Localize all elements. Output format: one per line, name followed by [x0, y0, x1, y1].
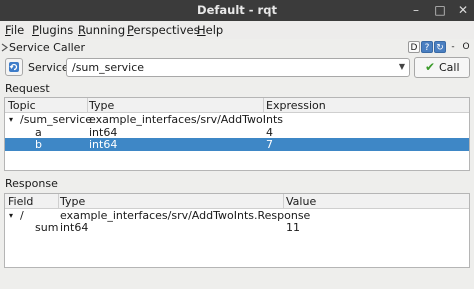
response-tree[interactable]: Field Type Value ▾ / example_interfaces/… [4, 193, 470, 268]
dock-title-bar: Service Caller D ? ↻ - O [0, 39, 474, 56]
menu-running[interactable]: Running [78, 23, 125, 37]
call-button[interactable]: ✔ Call [414, 57, 470, 78]
row-expression[interactable]: 7 [266, 138, 273, 151]
row-value: 11 [286, 221, 300, 234]
menu-plugins-rest: lugins [38, 23, 74, 37]
tree-row-selected[interactable]: b int64 7 [5, 138, 469, 151]
response-col-field[interactable]: Field [8, 195, 33, 208]
request-tree[interactable]: Topic Type Expression ▾ /sum_service exa… [4, 97, 470, 171]
response-col-type[interactable]: Type [60, 195, 85, 208]
checkmark-icon: ✔ [425, 60, 436, 74]
row-type: int64 [60, 221, 89, 234]
reload-icon[interactable]: ↻ [434, 41, 446, 53]
chevron-down-icon: ▼ [398, 62, 405, 71]
dock-grip-icon[interactable] [1, 43, 8, 52]
menu-file[interactable]: File [5, 23, 24, 37]
minimize-icon[interactable]: – [408, 2, 424, 18]
menu-perspectives[interactable]: Perspectives [127, 23, 200, 37]
service-combobox[interactable]: /sum_service ▼ [66, 58, 410, 77]
dock-title: Service Caller [9, 41, 85, 54]
menu-file-rest: ile [10, 23, 25, 37]
menu-help[interactable]: Help [197, 23, 223, 37]
request-label: Request [5, 82, 50, 95]
refresh-services-button[interactable] [5, 58, 23, 76]
tree-row[interactable]: sum int64 11 [5, 221, 469, 234]
row-type: example_interfaces/srv/AddTwoInts [89, 113, 283, 126]
maximize-icon[interactable]: □ [432, 2, 448, 18]
request-col-type[interactable]: Type [89, 99, 114, 112]
service-toolbar: Service /sum_service ▼ ✔ Call [0, 57, 474, 79]
menubar: File Plugins Running Perspectives Help [0, 21, 474, 39]
row-topic: /sum_service [20, 113, 93, 126]
header-separator [87, 98, 88, 113]
row-type: int64 [89, 138, 118, 151]
row-topic: b [35, 138, 42, 151]
menu-help-accel: H [197, 23, 206, 37]
menu-help-rest: elp [205, 23, 224, 37]
header-separator [283, 194, 284, 209]
menu-plugins[interactable]: Plugins [32, 23, 73, 37]
debug-icon[interactable]: D [408, 41, 420, 53]
service-combobox-value: /sum_service [72, 61, 145, 74]
service-label: Service [28, 61, 69, 74]
request-col-expression[interactable]: Expression [266, 99, 326, 112]
call-button-label: Call [439, 61, 460, 74]
dock-minimize-icon[interactable]: - [447, 41, 459, 53]
response-header: Field Type Value [5, 194, 469, 209]
menu-running-rest: unning [85, 23, 126, 37]
request-col-topic[interactable]: Topic [8, 99, 36, 112]
response-col-value[interactable]: Value [286, 195, 316, 208]
dock-float-icon[interactable]: O [460, 41, 472, 53]
menu-plugins-accel: P [32, 23, 39, 37]
help-icon[interactable]: ? [421, 41, 433, 53]
window-titlebar: Default - rqt – □ ✕ [0, 0, 474, 21]
header-separator [58, 194, 59, 209]
header-separator [263, 98, 264, 113]
dock-icons: D ? ↻ - O [408, 40, 472, 54]
expand-arrow-icon[interactable]: ▾ [9, 115, 13, 124]
row-field: sum [35, 221, 59, 234]
request-header: Topic Type Expression [5, 98, 469, 113]
refresh-icon [9, 62, 19, 72]
window-title: Default - rqt [197, 3, 277, 17]
tree-row[interactable]: ▾ /sum_service example_interfaces/srv/Ad… [5, 113, 469, 126]
close-icon[interactable]: ✕ [455, 2, 471, 18]
menu-perspectives-rest: erspectives [133, 23, 200, 37]
response-label: Response [5, 177, 58, 190]
expand-arrow-icon[interactable]: ▾ [9, 211, 13, 220]
